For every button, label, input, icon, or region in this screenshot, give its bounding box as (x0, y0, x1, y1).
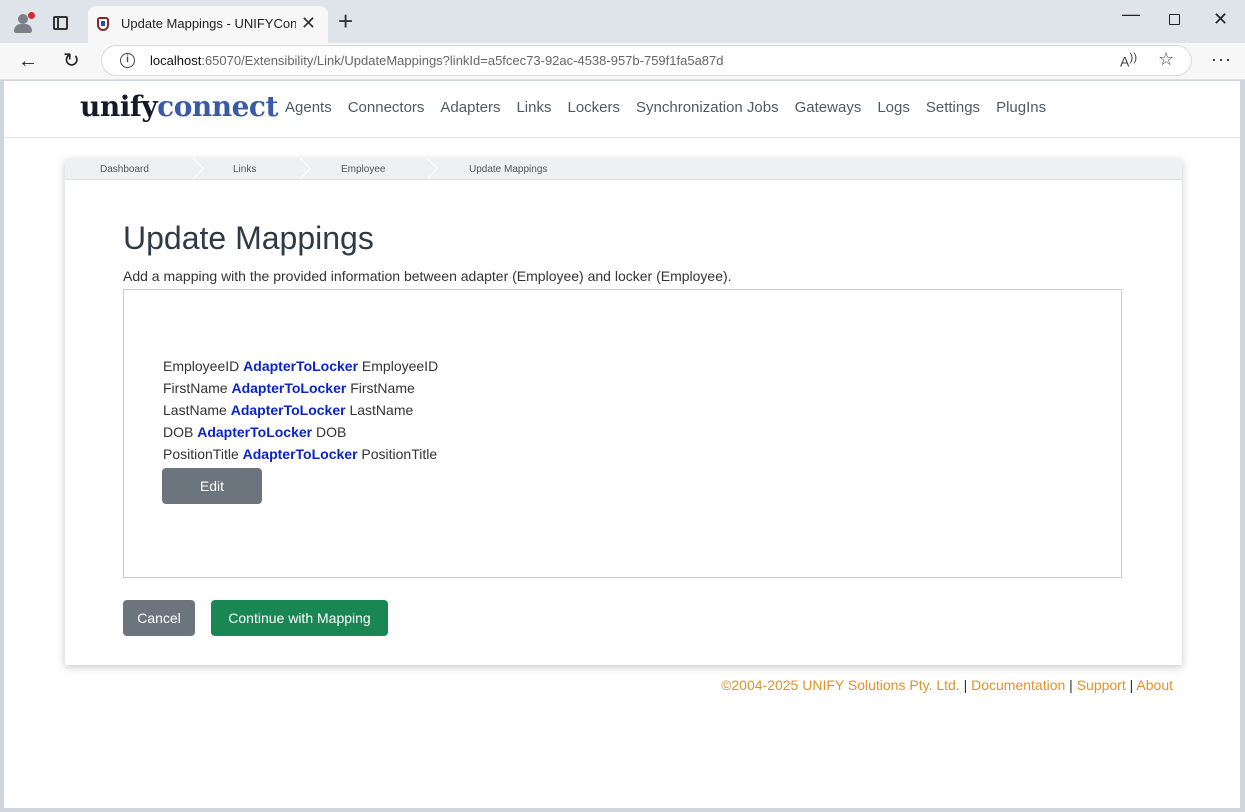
new-tab-icon[interactable]: + (338, 8, 353, 34)
more-menu-icon[interactable]: ··· (1211, 49, 1232, 70)
nav-agents[interactable]: Agents (277, 99, 340, 116)
footer-documentation-link[interactable]: Documentation (971, 677, 1065, 693)
favorite-star-icon[interactable]: ☆ (1158, 49, 1174, 70)
read-aloud-icon[interactable]: A)) (1120, 51, 1137, 70)
profile-icon[interactable] (12, 12, 35, 34)
site-header: unifyconnect Agents Connectors Adapters … (4, 81, 1240, 138)
url-text: localhost:65070/Extensibility/Link/Updat… (150, 53, 724, 68)
breadcrumb-separator (189, 159, 203, 180)
breadcrumb-separator (296, 159, 310, 180)
page-title: Update Mappings (123, 220, 374, 256)
footer-copyright-link[interactable]: ©2004-2025 UNIFY Solutions Pty. Ltd. (721, 677, 960, 693)
mappings-panel: EmployeeID AdapterToLocker EmployeeID Fi… (123, 289, 1122, 578)
nav-synchronization-jobs[interactable]: Synchronization Jobs (628, 99, 787, 116)
breadcrumb: Dashboard Links Employee Update Mappings (65, 159, 1182, 180)
breadcrumb-update-mappings: Update Mappings (469, 164, 548, 175)
breadcrumb-employee[interactable]: Employee (341, 164, 385, 175)
continue-with-mapping-button[interactable]: Continue with Mapping (211, 600, 388, 636)
minimize-icon[interactable]: — (1122, 4, 1140, 25)
page-description: Add a mapping with the provided informat… (123, 268, 732, 284)
nav-plugins[interactable]: PlugIns (988, 99, 1054, 116)
nav-gateways[interactable]: Gateways (787, 99, 870, 116)
browser-titlebar: Update Mappings - UNIFYConnect ✕ + — ✕ (0, 0, 1245, 43)
back-icon[interactable]: ← (18, 50, 38, 72)
page-viewport: unifyconnect Agents Connectors Adapters … (4, 81, 1240, 808)
unifyconnect-logo[interactable]: unifyconnect (80, 90, 278, 123)
site-info-icon[interactable]: i (120, 53, 135, 68)
tab-title: Update Mappings - UNIFYConnect (121, 16, 296, 31)
address-bar: ← ↻ i localhost:65070/Extensibility/Link… (0, 43, 1245, 80)
tab-actions-icon[interactable] (53, 16, 68, 30)
edit-button[interactable]: Edit (162, 468, 262, 504)
reload-icon[interactable]: ↻ (63, 50, 80, 72)
main-card: Dashboard Links Employee Update Mappings… (65, 159, 1182, 665)
nav-connectors[interactable]: Connectors (340, 99, 433, 116)
cancel-button[interactable]: Cancel (123, 600, 195, 636)
tab-close-icon[interactable]: ✕ (301, 14, 316, 32)
nav-lockers[interactable]: Lockers (560, 99, 629, 116)
nav-settings[interactable]: Settings (918, 99, 988, 116)
nav-logs[interactable]: Logs (869, 99, 918, 116)
nav-adapters[interactable]: Adapters (432, 99, 508, 116)
breadcrumb-links[interactable]: Links (233, 164, 256, 175)
maximize-icon[interactable] (1169, 14, 1180, 25)
favicon-icon (97, 17, 109, 31)
mapping-list: EmployeeID AdapterToLocker EmployeeID Fi… (163, 355, 438, 465)
url-input[interactable]: i localhost:65070/Extensibility/Link/Upd… (101, 45, 1192, 76)
footer: ©2004-2025 UNIFY Solutions Pty. Ltd. | D… (721, 677, 1173, 693)
mapping-row: FirstName AdapterToLocker FirstName (163, 380, 415, 396)
footer-support-link[interactable]: Support (1077, 677, 1126, 693)
nav-links[interactable]: Links (508, 99, 559, 116)
mapping-row: LastName AdapterToLocker LastName (163, 402, 414, 418)
main-nav: Agents Connectors Adapters Links Lockers… (277, 99, 1054, 116)
mapping-row: PositionTitle AdapterToLocker PositionTi… (163, 446, 438, 462)
mapping-row: EmployeeID AdapterToLocker EmployeeID (163, 358, 439, 374)
mapping-row: DOB AdapterToLocker DOB (163, 424, 347, 440)
footer-about-link[interactable]: About (1136, 677, 1173, 693)
window-close-icon[interactable]: ✕ (1213, 9, 1228, 30)
browser-tab[interactable]: Update Mappings - UNIFYConnect ✕ (88, 6, 328, 43)
breadcrumb-dashboard[interactable]: Dashboard (100, 164, 149, 175)
breadcrumb-separator (423, 159, 437, 180)
